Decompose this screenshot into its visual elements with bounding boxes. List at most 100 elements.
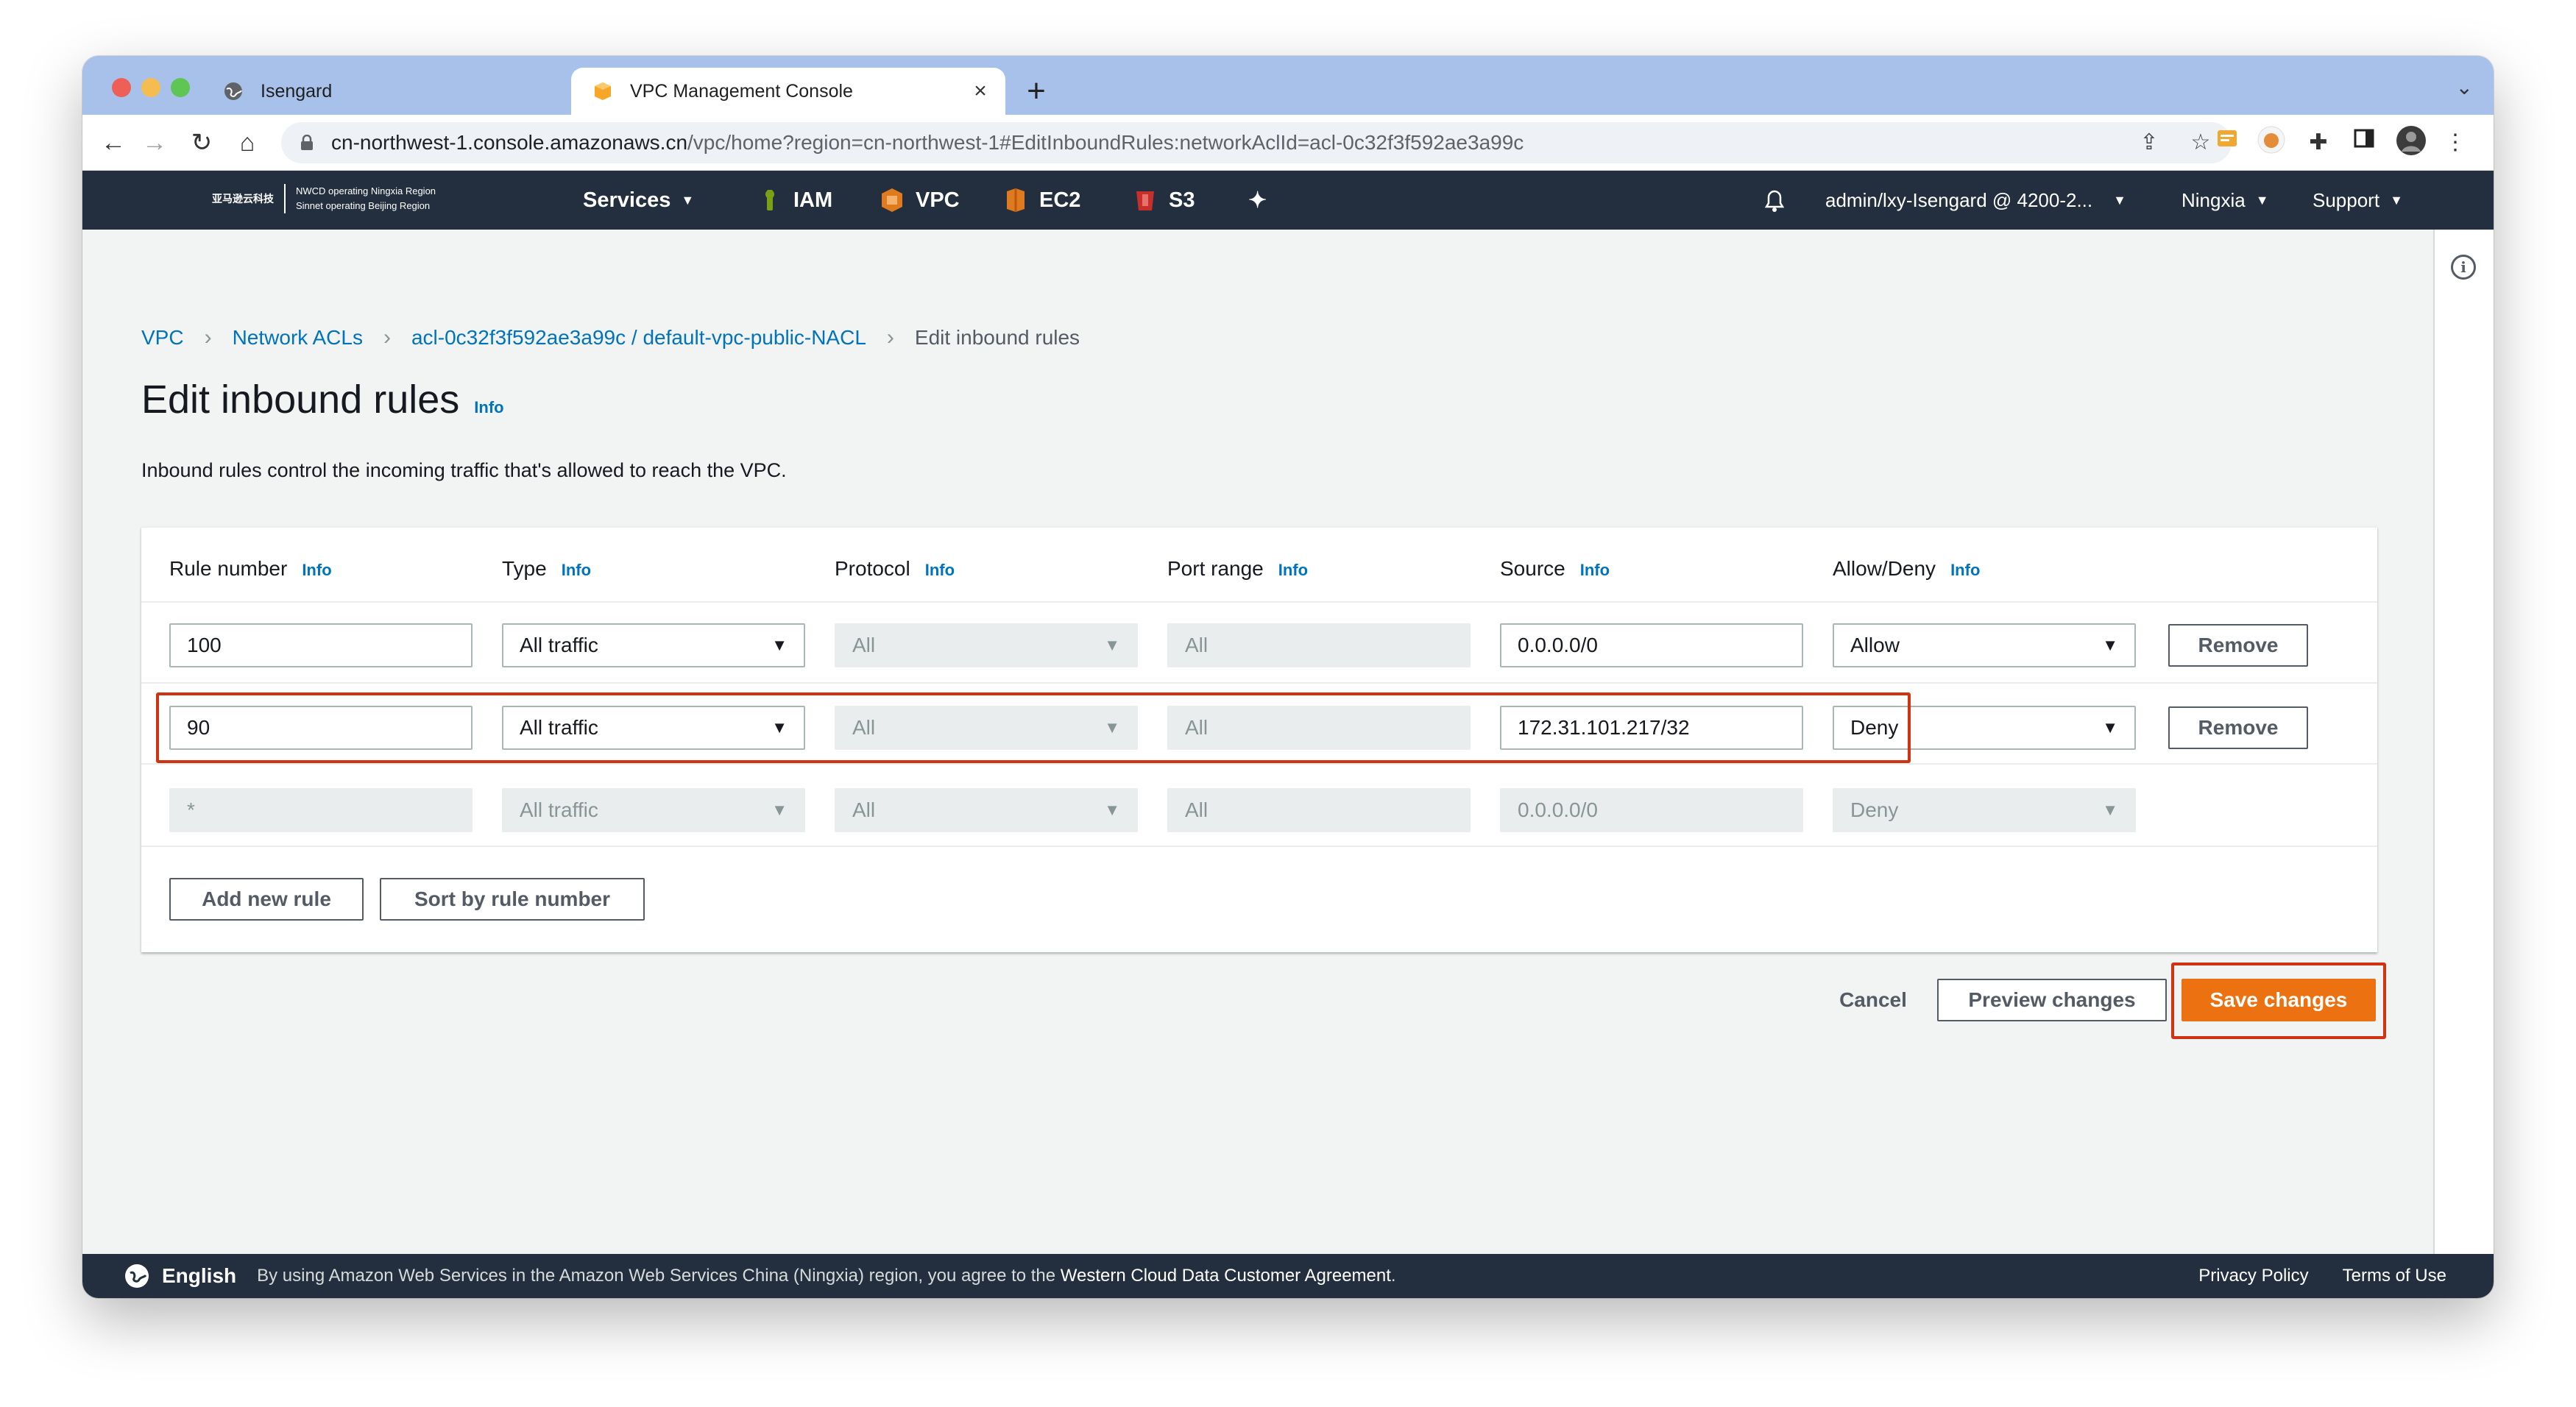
- services-label: Services: [583, 188, 671, 212]
- aws-top-nav: 亚马逊云科技 NWCD operating Ningxia Region Sin…: [82, 171, 2494, 230]
- logo-region-line: NWCD operating Ningxia Region: [296, 185, 436, 196]
- back-arrow-icon[interactable]: ←: [96, 125, 131, 160]
- info-link[interactable]: Info: [1950, 561, 1980, 579]
- port-range-input: All: [1167, 788, 1471, 832]
- url-text: cn-northwest-1.console.amazonaws.cn/vpc/…: [331, 131, 1524, 155]
- account-menu[interactable]: admin/lxy-Isengard @ 4200-2... ▼: [1825, 171, 2126, 230]
- tab-strip: Isengard × VPC Management Console × + ⌄: [82, 56, 2494, 115]
- close-window-button[interactable]: [112, 78, 131, 97]
- header-label: Allow/Deny: [1833, 557, 1936, 580]
- shortcut-vpc[interactable]: VPC: [879, 171, 960, 230]
- shortcut-s3[interactable]: S3: [1132, 171, 1195, 230]
- header-type: Type Info: [502, 557, 591, 581]
- shortcut-label: IAM: [793, 188, 833, 212]
- url-bar[interactable]: cn-northwest-1.console.amazonaws.cn/vpc/…: [281, 122, 2232, 163]
- header-source: Source Info: [1500, 557, 1610, 581]
- breadcrumb-vpc[interactable]: VPC: [141, 326, 184, 350]
- breadcrumb-acl[interactable]: acl-0c32f3f592ae3a99c / default-vpc-publ…: [411, 326, 866, 350]
- address-toolbar: ← → ↻ ⌂ cn-northwest-1.console.amazonaws…: [82, 115, 2494, 171]
- chevron-right-icon: ›: [204, 325, 212, 350]
- share-icon[interactable]: ⇪: [2134, 128, 2164, 157]
- info-link[interactable]: Info: [1278, 561, 1308, 579]
- preview-changes-button[interactable]: Preview changes: [1937, 979, 2167, 1021]
- maximize-window-button[interactable]: [171, 78, 190, 97]
- aws-china-logo[interactable]: 亚马逊云科技 NWCD operating Ningxia Region Sin…: [212, 184, 436, 213]
- tab-title: Isengard: [261, 80, 333, 102]
- remove-button[interactable]: Remove: [2168, 706, 2308, 749]
- info-link[interactable]: Info: [562, 561, 591, 579]
- browser-window: Isengard × VPC Management Console × + ⌄ …: [82, 56, 2494, 1298]
- privacy-policy-link[interactable]: Privacy Policy: [2198, 1266, 2308, 1286]
- type-select: All traffic: [502, 788, 805, 832]
- header-allow-deny: Allow/Deny Info: [1833, 557, 1980, 581]
- iam-icon: [765, 190, 774, 210]
- shortcut-ec2[interactable]: EC2: [1002, 171, 1080, 230]
- region-label: Ningxia: [2182, 188, 2246, 211]
- protocol-select: All: [835, 623, 1138, 667]
- ec2-icon: [1007, 188, 1025, 212]
- legal-notice: By using Amazon Web Services in the Amaz…: [257, 1266, 1395, 1286]
- shortcut-iam[interactable]: IAM: [757, 171, 832, 230]
- home-icon[interactable]: ⌂: [230, 125, 265, 160]
- header-label: Rule number: [169, 557, 288, 580]
- caret-down-icon: ▼: [2113, 192, 2126, 208]
- cancel-button[interactable]: Cancel: [1811, 979, 1936, 1021]
- caret-down-icon: ▼: [2390, 192, 2403, 208]
- region-menu[interactable]: Ningxia ▼: [2182, 171, 2269, 230]
- info-link[interactable]: Info: [1580, 561, 1610, 579]
- support-menu[interactable]: Support ▼: [2313, 171, 2403, 230]
- s3-icon: [1136, 191, 1154, 210]
- forward-arrow-icon[interactable]: →: [137, 125, 172, 160]
- terms-of-use-link[interactable]: Terms of Use: [2343, 1266, 2446, 1286]
- rule-number-input[interactable]: 100: [169, 623, 473, 667]
- new-tab-button[interactable]: +: [1016, 71, 1057, 112]
- remove-button[interactable]: Remove: [2168, 624, 2308, 667]
- info-link[interactable]: Info: [925, 561, 955, 579]
- source-input[interactable]: 0.0.0.0/0: [1500, 623, 1803, 667]
- logo-mark: 亚马逊云科技: [212, 184, 286, 213]
- puzzle-icon[interactable]: ✚: [2301, 125, 2336, 160]
- reload-icon[interactable]: ↻: [184, 125, 219, 160]
- allow-deny-select[interactable]: Allow: [1833, 623, 2136, 667]
- highlight-box-new-rule: [156, 692, 1911, 763]
- highlight-box-save: [2171, 963, 2386, 1039]
- minimize-window-button[interactable]: [141, 78, 160, 97]
- chevron-right-icon: ›: [383, 325, 391, 350]
- shortcut-label: S3: [1169, 188, 1195, 212]
- kebab-menu-icon[interactable]: ⋮: [2438, 125, 2473, 160]
- legal-text: .: [1390, 1266, 1396, 1286]
- globe-icon: [125, 1264, 149, 1288]
- add-new-rule-button[interactable]: Add new rule: [169, 878, 364, 921]
- allow-deny-select: Deny: [1833, 788, 2136, 832]
- language-selector[interactable]: English: [162, 1264, 236, 1288]
- caret-down-icon: ▼: [681, 192, 695, 208]
- logo-region-line: Sinnet operating Beijing Region: [296, 200, 431, 211]
- tab-search-icon[interactable]: ⌄: [2456, 75, 2473, 99]
- breadcrumb-current: Edit inbound rules: [914, 326, 1080, 349]
- services-menu[interactable]: Services ▼: [583, 171, 694, 230]
- support-label: Support: [2313, 188, 2380, 211]
- tab-vpc-console[interactable]: VPC Management Console ×: [571, 68, 1005, 115]
- header-port-range: Port range Info: [1167, 557, 1308, 581]
- type-select[interactable]: All traffic: [502, 623, 805, 667]
- header-rule-number: Rule number Info: [169, 557, 332, 581]
- pin-icon[interactable]: ✦: [1248, 171, 1267, 230]
- info-circle-icon[interactable]: i: [2451, 255, 2476, 280]
- customer-agreement-link[interactable]: Western Cloud Data Customer Agreement: [1061, 1266, 1391, 1286]
- divider: [141, 601, 2377, 603]
- avatar[interactable]: [2393, 125, 2429, 160]
- sidepanel-icon[interactable]: [2346, 125, 2382, 160]
- extension-icon[interactable]: [2209, 125, 2245, 160]
- bell-icon[interactable]: [1762, 171, 1787, 230]
- title-info-link[interactable]: Info: [474, 398, 503, 417]
- page-title-row: Edit inbound rules Info: [141, 377, 504, 422]
- tab-close-icon[interactable]: ×: [966, 79, 995, 104]
- shortcut-label: EC2: [1039, 188, 1081, 212]
- sort-by-rule-number-button[interactable]: Sort by rule number: [380, 878, 645, 921]
- extension-icon[interactable]: [2254, 125, 2289, 160]
- header-label: Type: [502, 557, 547, 580]
- caret-down-icon: ▼: [2255, 192, 2269, 208]
- breadcrumb-network-acls[interactable]: Network ACLs: [233, 326, 363, 350]
- info-link[interactable]: Info: [302, 561, 331, 579]
- protocol-select: All: [835, 788, 1138, 832]
